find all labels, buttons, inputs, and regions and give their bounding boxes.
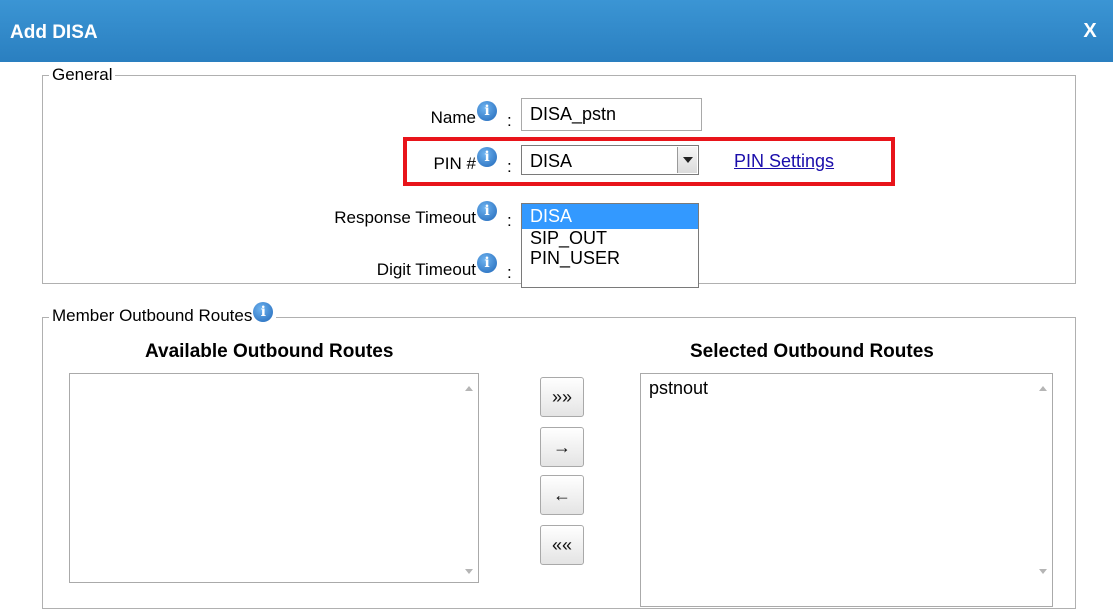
selected-routes-list[interactable]: pstnout [640, 373, 1053, 607]
info-icon[interactable]: i [477, 101, 497, 121]
pin-colon: : [507, 157, 512, 176]
available-routes-heading: Available Outbound Routes [145, 341, 394, 362]
name-label-text: Name [430, 108, 476, 127]
available-scrollbar[interactable] [460, 374, 478, 582]
pin-settings-link[interactable]: PIN Settings [734, 151, 834, 172]
add-button[interactable]: → [540, 427, 584, 467]
pin-select[interactable]: DISA [521, 145, 699, 175]
general-legend: General [49, 65, 116, 85]
info-icon[interactable]: i [253, 302, 274, 322]
response-timeout-colon: : [507, 211, 512, 230]
remove-button[interactable]: ← [540, 475, 584, 515]
remove-all-button[interactable]: «« [540, 525, 584, 565]
info-icon[interactable]: i [477, 147, 497, 167]
scroll-up-icon[interactable] [1039, 386, 1047, 391]
digit-timeout-colon: : [507, 263, 512, 282]
list-item[interactable]: pstnout [641, 374, 1052, 399]
pin-select-value: DISA [530, 151, 573, 171]
chevron-down-icon[interactable] [677, 147, 697, 173]
response-timeout-label-text: Response Timeout [334, 208, 476, 227]
add-all-button[interactable]: »» [540, 377, 584, 417]
info-icon[interactable]: i [477, 201, 497, 221]
digit-timeout-label-text: Digit Timeout [376, 260, 476, 279]
selected-scrollbar[interactable] [1034, 374, 1052, 606]
info-icon[interactable]: i [477, 253, 497, 273]
name-field[interactable]: DISA_pstn [521, 98, 702, 131]
scroll-down-icon[interactable] [465, 569, 473, 574]
pin-label-text: PIN # [433, 154, 476, 173]
member-routes-legend: Member Outbound Routes i [49, 302, 277, 326]
pin-option-disa[interactable]: DISA [522, 204, 698, 229]
dialog-title-bar: Add DISA X [0, 0, 1113, 62]
selected-routes-heading: Selected Outbound Routes [690, 341, 934, 362]
pin-dropdown-list: DISA SIP_OUT PIN_USER [521, 203, 699, 288]
response-timeout-label: Response Timeout i [230, 201, 497, 229]
scroll-up-icon[interactable] [465, 386, 473, 391]
scroll-down-icon[interactable] [1039, 569, 1047, 574]
member-routes-legend-text: Member Outbound Routes [52, 306, 253, 325]
available-routes-list[interactable] [69, 373, 479, 583]
pin-option-sip-out[interactable]: SIP_OUT [522, 229, 698, 247]
pin-option-pin-user[interactable]: PIN_USER [522, 247, 698, 271]
name-label: Name i [330, 101, 497, 129]
pin-label: PIN # i [330, 147, 497, 175]
name-colon: : [507, 111, 512, 130]
close-button[interactable]: X [1079, 20, 1101, 44]
digit-timeout-label: Digit Timeout i [230, 253, 497, 281]
dialog-title: Add DISA [10, 22, 98, 43]
